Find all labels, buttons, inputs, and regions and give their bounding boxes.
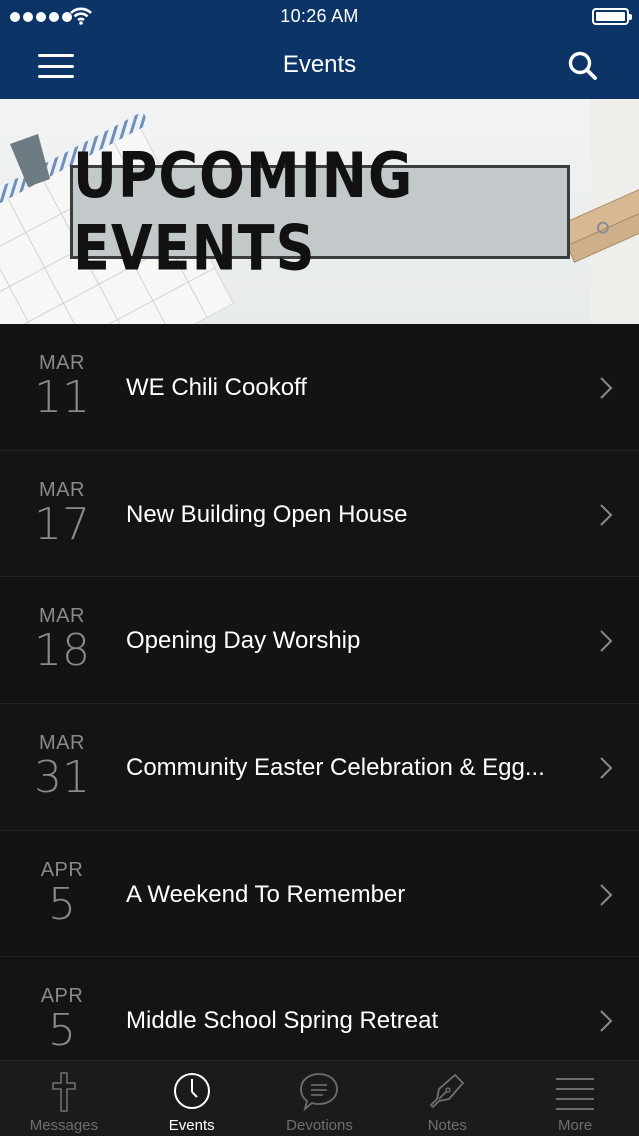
tab-events[interactable]: Events xyxy=(128,1061,256,1136)
tab-messages[interactable]: Messages xyxy=(0,1061,128,1136)
event-day: 18 xyxy=(34,625,90,677)
event-row[interactable]: MAR 18 Opening Day Worship xyxy=(0,577,639,705)
chevron-right-icon xyxy=(600,377,613,399)
events-banner-image: UPCOMING EVENTS xyxy=(0,99,639,324)
chevron-right-icon xyxy=(600,757,613,779)
tab-label: Devotions xyxy=(286,1117,353,1134)
search-icon[interactable] xyxy=(567,50,599,82)
banner-title: UPCOMING EVENTS xyxy=(73,139,414,285)
nav-bar: Events xyxy=(0,34,639,99)
event-row[interactable]: MAR 31 Community Easter Celebration & Eg… xyxy=(0,704,639,831)
event-title: Community Easter Celebration & Egg... xyxy=(126,754,545,782)
event-row[interactable]: MAR 17 New Building Open House xyxy=(0,450,639,578)
status-bar: 10:26 AM xyxy=(0,0,639,34)
event-row[interactable]: MAR 11 WE Chili Cookoff xyxy=(0,324,639,451)
tab-devotions[interactable]: Devotions xyxy=(256,1061,384,1136)
battery-icon xyxy=(592,8,632,25)
event-day: 5 xyxy=(48,878,76,930)
event-title: A Weekend To Remember xyxy=(126,880,406,908)
event-title: WE Chili Cookoff xyxy=(126,374,307,401)
event-day: 5 xyxy=(48,1005,76,1057)
clock-icon xyxy=(173,1073,210,1109)
chevron-right-icon xyxy=(600,503,613,526)
pen-icon xyxy=(430,1073,465,1109)
cross-icon xyxy=(52,1072,76,1112)
tab-label: More xyxy=(557,1117,593,1134)
event-title: Middle School Spring Retreat xyxy=(126,1007,439,1035)
event-row[interactable]: APR 5 A Weekend To Remember xyxy=(0,830,639,958)
event-day: 31 xyxy=(34,752,90,804)
chevron-right-icon xyxy=(600,630,613,653)
event-title: New Building Open House xyxy=(126,500,408,528)
chevron-right-icon xyxy=(600,1010,613,1033)
status-time: 10:26 AM xyxy=(280,6,359,26)
tab-label: Messages xyxy=(29,1117,99,1134)
event-title: Opening Day Worship xyxy=(126,627,361,655)
tab-more[interactable]: More xyxy=(511,1061,639,1136)
header: 10:26 AM Events xyxy=(0,0,639,99)
tab-bar: Messages Events Devotions Notes More xyxy=(0,1060,639,1136)
event-row[interactable]: APR 5 Middle School Spring Retreat xyxy=(0,957,639,1060)
tab-label: Events xyxy=(168,1117,215,1134)
page-title: Events xyxy=(282,51,357,78)
event-day: 17 xyxy=(34,498,90,550)
events-list: MAR 11 WE Chili Cookoff MAR 17 New Build… xyxy=(0,324,639,1060)
tab-label: Notes xyxy=(427,1117,467,1134)
list-icon xyxy=(556,1078,595,1110)
banner-sign: UPCOMING EVENTS xyxy=(70,140,570,284)
event-day: 11 xyxy=(34,372,90,423)
speech-bubble-icon xyxy=(300,1073,339,1112)
chevron-right-icon xyxy=(600,884,613,906)
tab-notes[interactable]: Notes xyxy=(383,1061,511,1136)
